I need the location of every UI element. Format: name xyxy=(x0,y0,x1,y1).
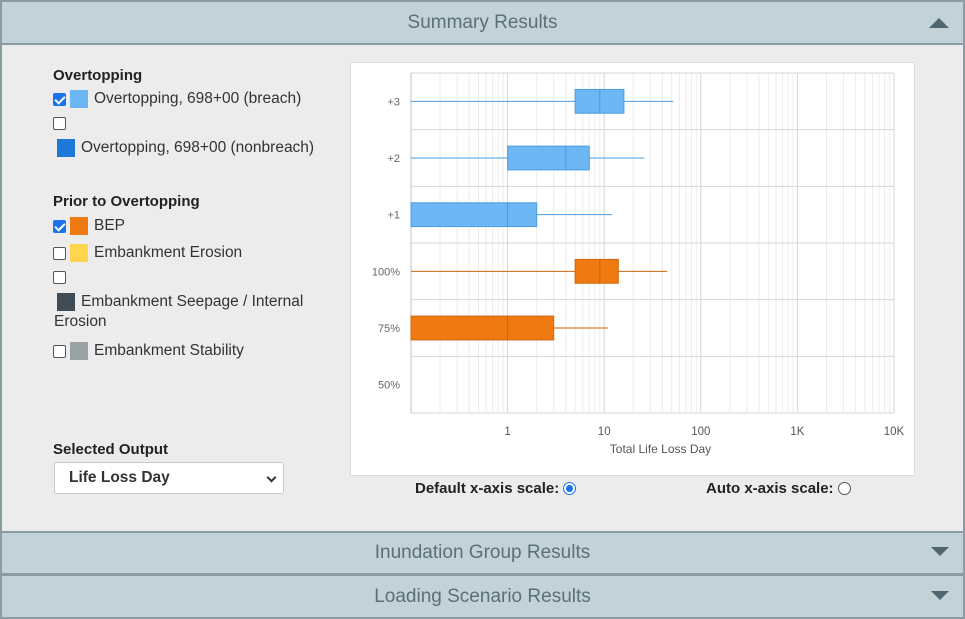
legend-checkbox-row-overtopping-nonbreach[interactable] xyxy=(53,117,70,130)
legend-checkbox-row-seepage[interactable] xyxy=(53,271,70,284)
y-tick-label: 100% xyxy=(372,266,400,278)
checkbox-bep[interactable] xyxy=(53,219,66,233)
legend-label: BEP xyxy=(94,217,126,234)
auto-scale-label: Auto x-axis scale: xyxy=(706,480,834,497)
color-swatch xyxy=(70,244,88,262)
overtopping-group-title: Overtopping xyxy=(53,67,143,84)
box xyxy=(410,202,538,228)
legend-label: Overtopping, 698+00 (breach) xyxy=(94,90,302,107)
expand-arrow-icon[interactable] xyxy=(931,590,949,600)
inundation-group-results-header[interactable]: Inundation Group Results xyxy=(0,531,965,575)
legend-item-bep[interactable]: BEP xyxy=(53,217,125,235)
legend-label: Embankment Erosion xyxy=(94,244,243,261)
color-swatch xyxy=(70,217,88,235)
y-tick-label: +1 xyxy=(387,210,400,222)
color-swatch xyxy=(57,139,75,157)
collapse-arrow-icon[interactable] xyxy=(929,17,949,28)
legend-item-overtopping-breach[interactable]: Overtopping, 698+00 (breach) xyxy=(53,90,301,108)
boxplot-chart: +3 +2 +1 100% 75% 50% 1 10 100 1K 10K Total Life Lo… xyxy=(372,72,905,456)
prior-group-title: Prior to Overtopping xyxy=(53,193,200,210)
auto-scale-radio[interactable] xyxy=(837,482,851,495)
y-tick-label: +3 xyxy=(387,96,400,108)
x-tick-label: 1K xyxy=(790,426,804,438)
selected-output-title: Selected Output xyxy=(53,441,169,458)
selected-output-value: Life Loss Day xyxy=(69,469,170,486)
legend-item-embankment-seepage-line2: Erosion xyxy=(54,313,107,331)
summary-results-header[interactable]: Summary Results xyxy=(0,0,965,45)
summary-panel: Overtopping Overtopping, 698+00 (breach)… xyxy=(0,45,965,531)
y-tick-label: +2 xyxy=(387,153,400,165)
box xyxy=(507,145,590,171)
color-swatch xyxy=(57,293,75,311)
chevron-down-icon xyxy=(266,472,277,483)
box xyxy=(410,315,555,341)
loading-scenario-results-header[interactable]: Loading Scenario Results xyxy=(0,574,965,619)
y-tick-label: 50% xyxy=(378,380,400,392)
x-tick-label: 10K xyxy=(884,426,905,438)
default-scale-radio[interactable] xyxy=(563,482,577,495)
chart-container: +3 +2 +1 100% 75% 50% 1 10 100 1K 10K Total Life Lo… xyxy=(350,62,915,476)
x-tick-label: 100 xyxy=(691,426,710,438)
auto-scale-option[interactable]: Auto x-axis scale: xyxy=(706,480,851,497)
default-scale-option[interactable]: Default x-axis scale: xyxy=(415,480,577,497)
checkbox-embankment-seepage[interactable] xyxy=(53,271,66,284)
checkbox-embankment-erosion[interactable] xyxy=(53,246,66,260)
legend-label: Embankment Seepage / Internal xyxy=(81,293,304,310)
legend-label: Erosion xyxy=(54,313,107,330)
color-swatch xyxy=(70,90,88,108)
legend-item-embankment-seepage[interactable]: Embankment Seepage / Internal xyxy=(57,293,303,311)
x-axis-label: Total Life Loss Day xyxy=(610,442,711,456)
legend-item-embankment-erosion[interactable]: Embankment Erosion xyxy=(53,244,242,262)
color-swatch xyxy=(70,342,88,360)
selected-output-select[interactable]: Life Loss Day xyxy=(54,462,284,494)
loading-scenario-results-title: Loading Scenario Results xyxy=(374,585,591,607)
default-scale-label: Default x-axis scale: xyxy=(415,480,560,497)
y-tick-label: 75% xyxy=(378,323,400,335)
box xyxy=(574,258,619,284)
inundation-group-results-title: Inundation Group Results xyxy=(374,542,591,563)
legend-item-embankment-stability[interactable]: Embankment Stability xyxy=(53,342,244,360)
legend-item-overtopping-nonbreach[interactable]: Overtopping, 698+00 (nonbreach) xyxy=(57,139,314,157)
checkbox-overtopping-breach[interactable] xyxy=(53,92,66,106)
x-tick-label: 1 xyxy=(504,426,510,438)
expand-arrow-icon[interactable] xyxy=(931,547,949,556)
legend-label: Overtopping, 698+00 (nonbreach) xyxy=(81,139,315,156)
summary-results-title: Summary Results xyxy=(407,11,558,33)
x-tick-label: 10 xyxy=(598,426,611,438)
checkbox-overtopping-nonbreach[interactable] xyxy=(53,117,66,130)
legend-label: Embankment Stability xyxy=(94,342,244,359)
checkbox-embankment-stability[interactable] xyxy=(53,344,66,358)
